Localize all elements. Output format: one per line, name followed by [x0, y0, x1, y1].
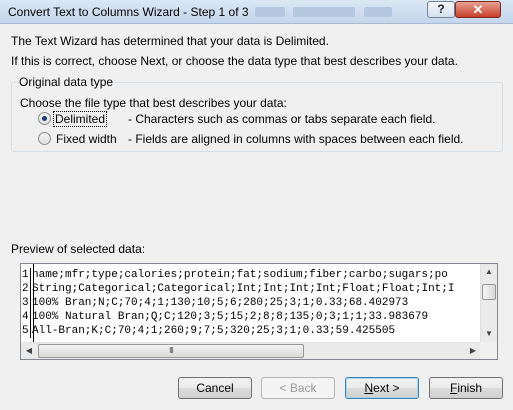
scroll-right-arrow-icon[interactable]: ▶ [465, 343, 481, 359]
file-type-prompt: Choose the file type that best describes… [20, 96, 287, 110]
scroll-down-arrow-icon[interactable]: ▼ [481, 326, 497, 342]
preview-row: 3 100% Bran;N;C;70;4;1;130;10;5;6;280;25;… [22, 296, 409, 310]
scrollbar-corner [480, 342, 497, 359]
delimited-description: - Characters such as commas or tabs sepa… [128, 112, 436, 126]
title-bar: Convert Text to Columns Wizard - Step 1 … [0, 0, 513, 24]
preview-row: 5 All-Bran;K;C;70;4;1;260;9;7;5;320;25;3;… [22, 324, 396, 338]
back-button[interactable]: < Back [261, 377, 335, 399]
group-legend: Original data type [17, 75, 116, 89]
preview-row: 2 String;Categorical;Categorical;Int;Int;… [22, 282, 455, 296]
horizontal-scroll-thumb[interactable]: III [38, 344, 304, 358]
horizontal-scrollbar[interactable]: ◀ III ▶ [21, 342, 481, 359]
next-button[interactable]: Next > [345, 377, 419, 399]
fixed-width-radio[interactable] [38, 132, 51, 145]
delimited-radio[interactable] [38, 112, 51, 125]
preview-row: 1 name;mfr;type;calories;protein;fat;sodi… [22, 268, 448, 282]
window-title: Convert Text to Columns Wizard - Step 1 … [8, 5, 249, 19]
vertical-scroll-thumb[interactable] [482, 284, 496, 300]
background-ribbon-ghost [293, 7, 355, 17]
wizard-instruction-text: If this is correct, choose Next, or choo… [11, 54, 458, 68]
preview-label: Preview of selected data: [11, 242, 146, 256]
cancel-button[interactable]: Cancel [178, 377, 252, 399]
data-preview-pane[interactable]: 1 name;mfr;type;calories;protein;fat;sodi… [20, 263, 498, 360]
finish-button[interactable]: Finish [429, 377, 503, 399]
preview-row: 4 100% Natural Bran;Q;C;120;3;5;15;2;8;8;… [22, 310, 429, 324]
background-ribbon-ghost [255, 7, 285, 17]
help-button[interactable]: ? [427, 1, 455, 18]
vertical-scrollbar[interactable]: ▲ ▼ [480, 264, 497, 342]
radio-selected-dot [42, 116, 47, 121]
delimited-label[interactable]: Delimited [52, 111, 108, 127]
close-button[interactable]: ✕ [455, 1, 501, 18]
scroll-left-arrow-icon[interactable]: ◀ [21, 343, 37, 359]
fixed-width-label[interactable]: Fixed width [56, 132, 117, 146]
scroll-up-arrow-icon[interactable]: ▲ [481, 264, 497, 280]
background-ribbon-ghost [364, 7, 392, 17]
fixed-width-description: - Fields are aligned in columns with spa… [128, 132, 464, 146]
wizard-detection-text: The Text Wizard has determined that your… [11, 34, 329, 48]
preview-rows: 1 name;mfr;type;calories;protein;fat;sodi… [21, 268, 481, 340]
